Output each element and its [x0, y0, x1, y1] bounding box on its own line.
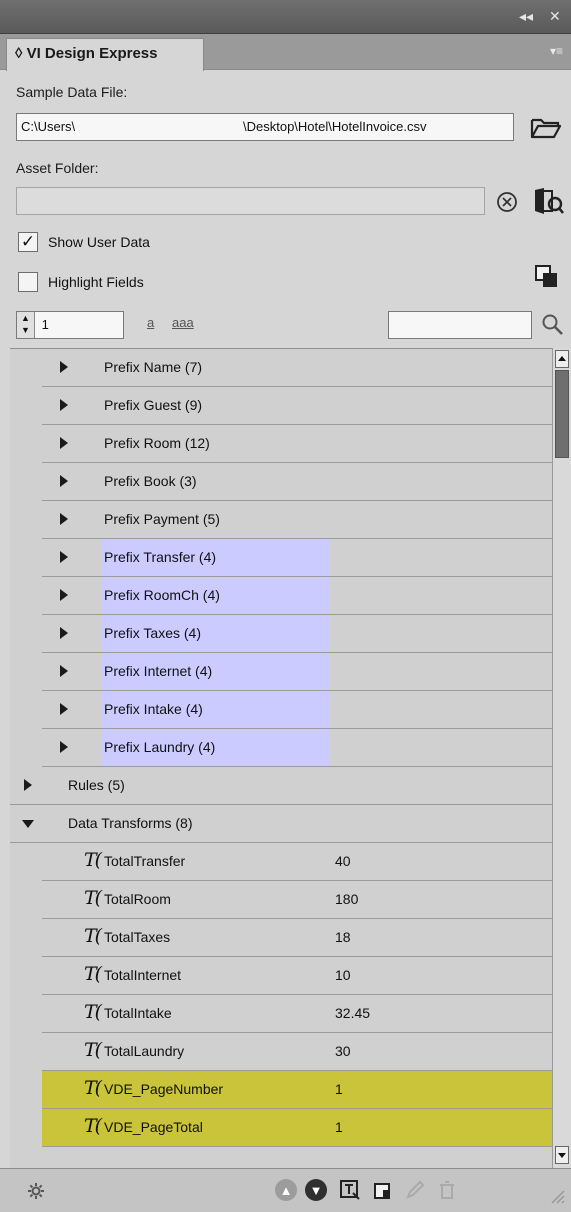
tree-group-row[interactable]: Prefix Room (12) [42, 425, 552, 463]
tree-group-row[interactable]: Prefix Guest (9) [42, 387, 552, 425]
expand-arrow-icon[interactable] [60, 475, 68, 487]
transform-icon: T( [84, 849, 102, 871]
asset-folder-icon[interactable] [528, 184, 568, 218]
tree-scrollbar[interactable] [552, 348, 571, 1196]
stepper-arrows-icon[interactable]: ▲ ▼ [17, 312, 35, 338]
up-circle-icon[interactable]: ▲ [275, 1179, 297, 1201]
sample-data-path-field[interactable]: C:\Users\ \Desktop\Hotel\HotelInvoice.cs… [16, 113, 514, 141]
text-frame-icon[interactable] [339, 1179, 361, 1201]
transform-icon: T( [84, 1039, 102, 1061]
close-icon[interactable]: ✕ [549, 8, 561, 24]
tree-data-transforms-row[interactable]: Data Transforms (8) [10, 805, 552, 843]
transform-icon: T( [84, 925, 102, 947]
tab-vi-design-express[interactable]: ◊ VI Design Express [6, 38, 204, 71]
search-icon[interactable] [537, 309, 567, 339]
transform-icon: T( [84, 1001, 102, 1023]
folder-open-icon[interactable] [526, 110, 566, 144]
tree-group-row[interactable]: Prefix Transfer (4) [42, 539, 552, 577]
tree-group-row[interactable]: Prefix RoomCh (4) [42, 577, 552, 615]
down-circle-icon[interactable]: ▼ [305, 1179, 327, 1201]
panel-bottom-toolbar: ▲ ▼ [0, 1168, 571, 1212]
transform-icon: T( [84, 1115, 102, 1137]
show-user-data-label: Show User Data [48, 234, 150, 250]
asset-folder-field[interactable] [16, 187, 485, 215]
record-stepper[interactable]: ▲ ▼ 1 [16, 311, 124, 339]
asset-folder-label: Asset Folder: [16, 160, 99, 176]
expand-arrow-icon[interactable] [24, 779, 32, 791]
tab-title: ◊ VI Design Express [15, 45, 158, 62]
transform-row[interactable]: T(TotalIntake 32.45 [42, 995, 552, 1033]
tree-group-row[interactable]: Prefix Taxes (4) [42, 615, 552, 653]
collapse-icon[interactable]: ◂◂ [519, 8, 533, 24]
collapse-arrow-icon[interactable] [22, 820, 34, 828]
pencil-icon[interactable] [404, 1179, 426, 1201]
panel-tab-row: ◊ VI Design Express ▾≡ [0, 34, 571, 71]
expand-arrow-icon[interactable] [60, 513, 68, 525]
transform-row[interactable]: T(VDE_PageTotal 1 [42, 1109, 552, 1147]
expand-arrow-icon[interactable] [60, 703, 68, 715]
tree-group-row[interactable]: Prefix Internet (4) [42, 653, 552, 691]
tree-group-row[interactable]: Prefix Intake (4) [42, 691, 552, 729]
scroll-down-icon[interactable] [555, 1146, 569, 1164]
tree-group-row[interactable]: Prefix Laundry (4) [42, 729, 552, 767]
expand-arrow-icon[interactable] [60, 589, 68, 601]
tree-rules-row[interactable]: Rules (5) [10, 767, 552, 805]
transform-row[interactable]: T(TotalLaundry 30 [42, 1033, 552, 1071]
single-record-link[interactable]: a [147, 315, 154, 330]
sample-data-path-end: \Desktop\Hotel\HotelInvoice.csv [243, 119, 427, 134]
search-input[interactable] [388, 311, 532, 339]
new-item-icon[interactable] [372, 1179, 394, 1201]
highlight-fields-checkbox[interactable] [18, 272, 38, 292]
expand-arrow-icon[interactable] [60, 399, 68, 411]
expand-arrow-icon[interactable] [60, 361, 68, 373]
transform-row[interactable]: T(TotalTransfer 40 [42, 843, 552, 881]
expand-arrow-icon[interactable] [60, 665, 68, 677]
panel-title-bar: ◂◂ ✕ [0, 0, 571, 34]
transform-row[interactable]: T(TotalInternet 10 [42, 957, 552, 995]
clear-circle-icon[interactable] [492, 187, 522, 217]
transform-row[interactable]: T(TotalTaxes 18 [42, 919, 552, 957]
panel-menu-icon[interactable]: ▾≡ [550, 44, 563, 58]
expand-arrow-icon[interactable] [60, 741, 68, 753]
transform-row[interactable]: T(TotalRoom 180 [42, 881, 552, 919]
transform-icon: T( [84, 1077, 102, 1099]
expand-arrow-icon[interactable] [60, 551, 68, 563]
trash-icon[interactable] [436, 1179, 458, 1201]
transform-row[interactable]: T(VDE_PageNumber 1 [42, 1071, 552, 1109]
show-user-data-checkbox[interactable]: ✓ [18, 232, 38, 252]
sample-data-path-start: C:\Users\ [21, 119, 76, 134]
expand-arrow-icon[interactable] [60, 437, 68, 449]
tree-group-row[interactable]: Prefix Book (3) [42, 463, 552, 501]
tree-group-row[interactable]: Prefix Payment (5) [42, 501, 552, 539]
all-records-link[interactable]: aaa [172, 315, 194, 330]
scroll-thumb[interactable] [555, 370, 569, 458]
record-number: 1 [41, 317, 49, 332]
tree-group-row[interactable]: Prefix Name (7) [42, 349, 552, 387]
sample-data-label: Sample Data File: [16, 84, 128, 100]
scroll-up-icon[interactable] [555, 350, 569, 368]
transform-icon: T( [84, 887, 102, 909]
expand-arrow-icon[interactable] [60, 627, 68, 639]
gear-icon[interactable] [26, 1181, 46, 1201]
transform-icon: T( [84, 963, 102, 985]
highlight-fields-label: Highlight Fields [48, 274, 144, 290]
copy-frames-icon[interactable] [532, 262, 562, 292]
resize-grip-icon[interactable] [548, 1187, 566, 1205]
field-tree: Prefix Name (7) Prefix Guest (9) Prefix … [10, 348, 552, 1205]
